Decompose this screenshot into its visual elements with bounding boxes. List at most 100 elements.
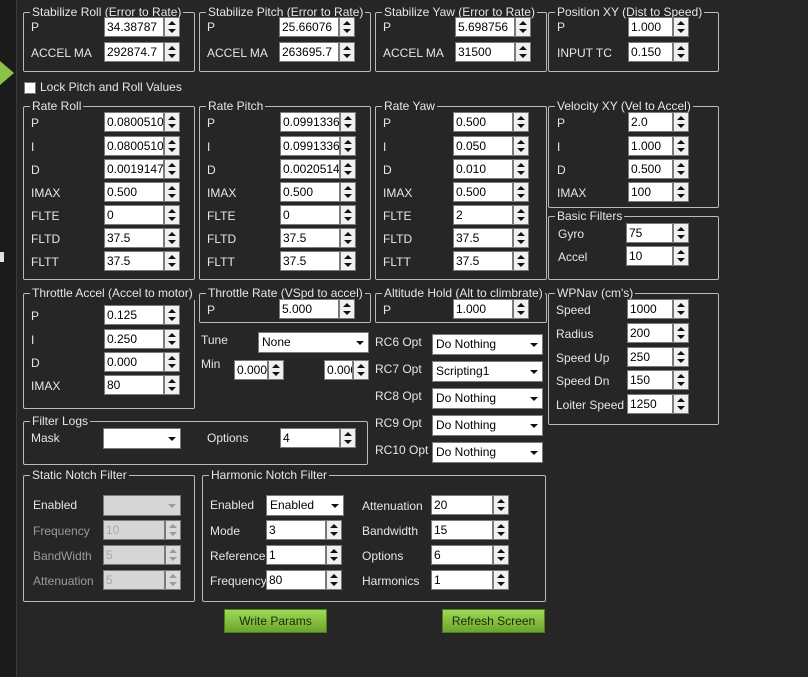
rate-pitch-fltt-input-spinner[interactable]: [340, 251, 356, 271]
rate-roll-flte-input-spinner[interactable]: [164, 205, 180, 225]
rate-pitch-d-input[interactable]: 0.002051417: [280, 159, 356, 179]
spin-down-icon[interactable]: [519, 54, 527, 58]
position-xy-tc-input-spinner[interactable]: [673, 42, 689, 62]
rate-yaw-i-input-value[interactable]: 0.050: [453, 136, 513, 156]
spin-down-icon[interactable]: [168, 341, 176, 345]
spin-down-icon[interactable]: [168, 387, 176, 391]
velocity-xy-p-input-spinner[interactable]: [673, 112, 689, 132]
spin-up-icon[interactable]: [677, 398, 685, 402]
chevron-down-icon[interactable]: [525, 362, 542, 381]
spin-down-icon[interactable]: [497, 582, 505, 586]
rate-pitch-flte-input[interactable]: 0: [280, 205, 356, 225]
spin-up-icon[interactable]: [677, 21, 685, 25]
harmonic-notch-bw-input-spinner[interactable]: [493, 520, 509, 540]
rate-roll-fltt-input-spinner[interactable]: [164, 251, 180, 271]
tune-max-input[interactable]: 0.000: [324, 360, 369, 380]
basic-filters-gyro-input[interactable]: 75: [626, 223, 689, 243]
wpnav-speed-input[interactable]: 1000: [627, 299, 689, 319]
rate-pitch-fltt-input-value[interactable]: 37.5: [280, 251, 340, 271]
spin-up-icon[interactable]: [497, 499, 505, 503]
spin-up-icon[interactable]: [168, 46, 176, 50]
spin-down-icon[interactable]: [517, 217, 525, 221]
harmonic-notch-enabled-select[interactable]: Enabled: [266, 495, 344, 516]
spin-up-icon[interactable]: [168, 21, 176, 25]
spin-down-icon[interactable]: [677, 54, 685, 58]
wpnav-speed-up-input-value[interactable]: 250: [627, 347, 673, 367]
stab-pitch-p-input-value[interactable]: 25.66076: [279, 17, 339, 37]
wpnav-speed-up-input[interactable]: 250: [627, 347, 689, 367]
velocity-xy-d-input-value[interactable]: 0.500: [628, 159, 673, 179]
rate-roll-i-input[interactable]: 0.08005102: [104, 136, 180, 156]
spin-up-icon[interactable]: [344, 209, 352, 213]
rate-pitch-i-input-spinner[interactable]: [340, 136, 356, 156]
spin-down-icon[interactable]: [168, 263, 176, 267]
spin-down-icon[interactable]: [330, 582, 338, 586]
spin-down-icon[interactable]: [677, 359, 685, 363]
spin-down-icon[interactable]: [497, 532, 505, 536]
basic-filters-gyro-input-spinner[interactable]: [673, 223, 689, 243]
rate-yaw-fltd-input-value[interactable]: 37.5: [453, 228, 513, 248]
rate-yaw-p-input[interactable]: 0.500: [453, 112, 529, 132]
basic-filters-accel-input-value[interactable]: 10: [626, 246, 673, 266]
spin-up-icon[interactable]: [517, 140, 525, 144]
spin-down-icon[interactable]: [168, 29, 176, 33]
rate-roll-imax-input-value[interactable]: 0.500: [104, 182, 164, 202]
spin-down-icon[interactable]: [330, 532, 338, 536]
spin-up-icon[interactable]: [677, 46, 685, 50]
rate-yaw-i-input-spinner[interactable]: [513, 136, 529, 156]
spin-down-icon[interactable]: [344, 263, 352, 267]
stab-yaw-accel-input[interactable]: 31500: [455, 42, 531, 62]
throttle-accel-d-input-spinner[interactable]: [164, 352, 180, 372]
harmonic-notch-mode-input[interactable]: 3: [266, 520, 342, 540]
spin-up-icon[interactable]: [330, 524, 338, 528]
basic-filters-accel-input-spinner[interactable]: [673, 246, 689, 266]
rate-yaw-imax-input-value[interactable]: 0.500: [453, 182, 513, 202]
harmonic-notch-harm-input-value[interactable]: 1: [431, 570, 493, 590]
spin-up-icon[interactable]: [517, 186, 525, 190]
filter-logs-options-input-spinner[interactable]: [340, 428, 356, 448]
stab-yaw-p-input[interactable]: 5.698756: [455, 17, 531, 37]
spin-down-icon[interactable]: [677, 406, 685, 410]
spin-down-icon[interactable]: [344, 124, 352, 128]
rate-pitch-p-input[interactable]: 0.09913362: [280, 112, 356, 132]
filter-logs-options-input-value[interactable]: 4: [280, 428, 340, 448]
spin-down-icon[interactable]: [168, 54, 176, 58]
spin-down-icon[interactable]: [517, 240, 525, 244]
spin-down-icon[interactable]: [168, 194, 176, 198]
tune-min-input-value[interactable]: 0.000: [234, 360, 268, 380]
rate-yaw-d-input[interactable]: 0.010: [453, 159, 529, 179]
harmonic-notch-att-input-value[interactable]: 20: [431, 495, 493, 515]
position-xy-p-input[interactable]: 1.000: [628, 17, 689, 37]
spin-down-icon[interactable]: [330, 557, 338, 561]
rate-roll-flte-input[interactable]: 0: [104, 205, 180, 225]
tune-min-input-spinner[interactable]: [268, 360, 284, 380]
throttle-accel-p-input[interactable]: 0.125: [104, 305, 180, 325]
rate-roll-fltt-input[interactable]: 37.5: [104, 251, 180, 271]
spin-down-icon[interactable]: [677, 258, 685, 262]
rate-yaw-d-input-spinner[interactable]: [513, 159, 529, 179]
stab-yaw-accel-input-spinner[interactable]: [515, 42, 531, 62]
throttle-accel-imax-input-spinner[interactable]: [164, 375, 180, 395]
spin-up-icon[interactable]: [517, 303, 525, 307]
throttle-accel-d-input[interactable]: 0.000: [104, 352, 180, 372]
spin-down-icon[interactable]: [677, 29, 685, 33]
chevron-down-icon[interactable]: [525, 335, 542, 354]
rate-yaw-imax-input-spinner[interactable]: [513, 182, 529, 202]
velocity-xy-i-input[interactable]: 1.000: [628, 136, 689, 156]
rate-yaw-fltt-input-spinner[interactable]: [513, 251, 529, 271]
spin-up-icon[interactable]: [677, 327, 685, 331]
spin-down-icon[interactable]: [272, 372, 280, 376]
spin-down-icon[interactable]: [168, 217, 176, 221]
spin-down-icon[interactable]: [677, 311, 685, 315]
spin-down-icon[interactable]: [344, 440, 352, 444]
rate-roll-fltd-input-spinner[interactable]: [164, 228, 180, 248]
stab-pitch-accel-input-spinner[interactable]: [339, 42, 355, 62]
velocity-xy-i-input-spinner[interactable]: [673, 136, 689, 156]
tune-max-input-value[interactable]: 0.000: [324, 360, 353, 380]
harmonic-notch-ref-input-spinner[interactable]: [326, 545, 342, 565]
spin-up-icon[interactable]: [517, 209, 525, 213]
velocity-xy-d-input[interactable]: 0.500: [628, 159, 689, 179]
spin-up-icon[interactable]: [168, 232, 176, 236]
stab-yaw-p-input-value[interactable]: 5.698756: [455, 17, 515, 37]
throttle-accel-d-input-value[interactable]: 0.000: [104, 352, 164, 372]
